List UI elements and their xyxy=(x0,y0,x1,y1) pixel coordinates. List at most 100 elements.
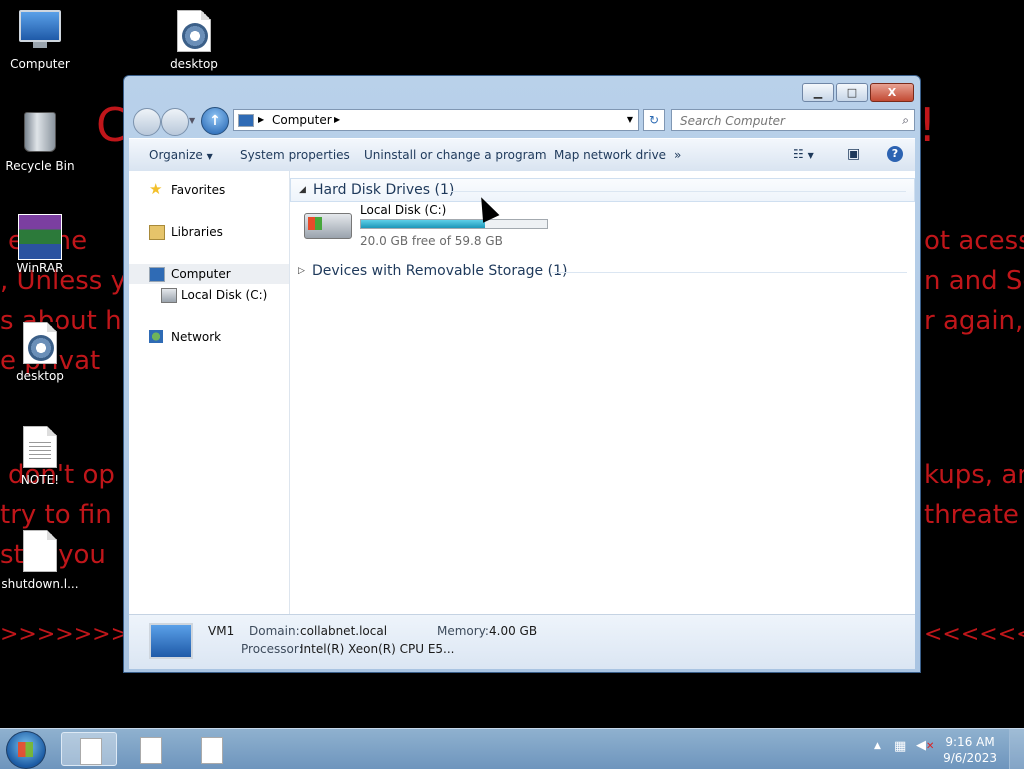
desktop-icon-shutdown[interactable]: shutdown.l... xyxy=(0,530,80,591)
map-network-drive-button[interactable]: Map network drive xyxy=(554,148,666,162)
nav-item-libraries[interactable]: Libraries xyxy=(129,222,289,242)
desktop-icon-label: Recycle Bin xyxy=(5,159,75,173)
breadcrumb-computer[interactable]: Computer xyxy=(272,113,332,127)
desktop-icon-note[interactable]: NOTE! xyxy=(0,426,80,487)
ransom-text-line: threate xyxy=(924,500,1019,530)
group-hard-disk-drives[interactable]: ◢ Hard Disk Drives (1) xyxy=(290,178,915,202)
computer-icon xyxy=(238,114,254,127)
group-divider xyxy=(552,272,907,273)
ransom-text-line: kups, an xyxy=(924,460,1024,490)
notepad-icon xyxy=(80,738,102,765)
taskbar-item-notepad-3[interactable] xyxy=(183,732,239,766)
processor-label: Processor: xyxy=(241,642,303,656)
show-hidden-icons-icon[interactable]: ▲ xyxy=(874,741,881,751)
search-box: ⌕ xyxy=(671,109,915,131)
more-commands-button[interactable]: » xyxy=(674,148,681,162)
notepad-icon xyxy=(201,737,223,764)
search-input[interactable] xyxy=(678,111,882,131)
nav-item-local-disk[interactable]: Local Disk (C:) xyxy=(129,285,289,305)
minimize-button[interactable]: ▁ xyxy=(802,83,834,102)
desktop-icon-label: shutdown.l... xyxy=(1,577,79,591)
help-icon[interactable]: ? xyxy=(887,146,903,162)
system-tray: ▲ ▦ ◀✕ 9:16 AM 9/6/2023 xyxy=(864,729,1024,769)
file-list: ◢ Hard Disk Drives (1) Local Disk (C:) 2… xyxy=(290,171,915,614)
nav-label: Libraries xyxy=(171,225,223,239)
drive-usage-fill xyxy=(361,220,485,228)
uninstall-program-button[interactable]: Uninstall or change a program xyxy=(364,148,547,162)
recycle-bin-icon xyxy=(18,112,62,156)
details-pane: VM1 Domain: collabnet.local Memory: 4.00… xyxy=(129,614,915,669)
system-properties-button[interactable]: System properties xyxy=(240,148,350,162)
ransom-text-line: try to fin xyxy=(0,500,112,530)
clock-time: 9:16 AM xyxy=(945,735,995,749)
nav-label: Computer xyxy=(171,267,231,281)
organize-button[interactable]: Organize ▼ xyxy=(149,148,213,162)
window-controls: ▁ □ X xyxy=(800,83,914,102)
network-status-icon[interactable]: ▦ xyxy=(894,739,906,754)
back-button[interactable] xyxy=(133,108,161,136)
desktop-icon-label: NOTE! xyxy=(20,473,60,487)
expand-arrow-icon[interactable]: ▷ xyxy=(298,266,305,276)
search-icon[interactable]: ⌕ xyxy=(902,113,909,128)
ransom-text-line: n and Se xyxy=(924,266,1024,296)
start-button[interactable] xyxy=(6,731,46,769)
ransom-text-line: r again, xyxy=(924,306,1024,336)
preview-pane-icon[interactable]: ▣ xyxy=(847,146,860,162)
ransom-text-line: ot acessi xyxy=(924,226,1024,256)
breadcrumb-separator-icon[interactable]: ▶ xyxy=(334,115,340,124)
maximize-button[interactable]: □ xyxy=(836,83,868,102)
maximize-icon: □ xyxy=(846,86,858,99)
notepad-icon xyxy=(140,737,162,764)
change-view-icon[interactable]: ☷ ▼ xyxy=(793,147,814,161)
show-desktop-button[interactable] xyxy=(1009,729,1024,769)
network-icon xyxy=(149,330,163,343)
group-divider xyxy=(451,191,906,192)
clock-date: 9/6/2023 xyxy=(943,751,997,765)
address-dropdown-icon[interactable]: ▼ xyxy=(627,115,633,124)
ransom-text-line: <<<<<<<< xyxy=(924,622,1024,647)
drive-local-disk-c[interactable]: Local Disk (C:) 20.0 GB free of 59.8 GB xyxy=(304,201,564,251)
address-bar[interactable]: ▶ Computer ▶ ▼ xyxy=(233,109,639,131)
star-icon: ★ xyxy=(149,180,163,198)
domain-label: Domain: xyxy=(249,624,300,638)
group-removable-storage[interactable]: ▷ Devices with Removable Storage (1) xyxy=(290,260,915,284)
up-arrow-icon[interactable]: ↑ xyxy=(201,107,229,135)
processor-value: Intel(R) Xeon(R) CPU E5... xyxy=(300,642,455,656)
domain-value: collabnet.local xyxy=(300,624,388,638)
memory-value: 4.00 GB xyxy=(489,624,538,638)
desktop-icon-winrar[interactable]: WinRAR xyxy=(0,214,80,275)
computer-icon xyxy=(149,623,193,659)
close-icon: X xyxy=(887,86,897,99)
text-file-icon xyxy=(18,426,62,470)
desktop-icon-label: Computer xyxy=(10,57,70,71)
recent-pages-chevron-icon[interactable]: ▼ xyxy=(189,116,195,125)
collapse-arrow-icon[interactable]: ◢ xyxy=(299,185,306,195)
content-area: ★ Favorites Libraries Computer Local Dis… xyxy=(129,171,915,614)
desktop-icon-label: WinRAR xyxy=(16,261,64,275)
volume-muted-icon[interactable]: ◀✕ xyxy=(916,738,934,753)
settings-file-icon xyxy=(18,322,62,366)
navigation-pane: ★ Favorites Libraries Computer Local Dis… xyxy=(129,171,290,614)
taskbar-item-notepad-1[interactable] xyxy=(61,732,117,766)
desktop-icon-desktop-ini[interactable]: desktop xyxy=(154,10,234,71)
computer-name: VM1 xyxy=(208,624,235,638)
close-button[interactable]: X xyxy=(870,83,914,102)
clock[interactable]: 9:16 AM 9/6/2023 xyxy=(943,734,997,766)
computer-icon xyxy=(18,10,62,54)
nav-item-network[interactable]: Network xyxy=(129,327,289,347)
desktop-icon-computer[interactable]: Computer xyxy=(0,10,80,71)
forward-button[interactable] xyxy=(161,108,189,136)
desktop-icon-desktop-ini-2[interactable]: desktop xyxy=(0,322,80,383)
taskbar-item-notepad-2[interactable] xyxy=(122,732,178,766)
desktop-icon-recycle-bin[interactable]: Recycle Bin xyxy=(0,112,80,173)
nav-label: Favorites xyxy=(171,183,226,197)
breadcrumb-separator-icon[interactable]: ▶ xyxy=(258,115,264,124)
memory-label: Memory: xyxy=(437,624,489,638)
drive-usage-bar xyxy=(360,219,548,229)
refresh-button[interactable]: ↻ xyxy=(643,109,665,131)
settings-file-icon xyxy=(172,10,216,54)
nav-item-computer[interactable]: Computer xyxy=(129,264,289,284)
nav-item-favorites[interactable]: ★ Favorites xyxy=(129,180,289,200)
organize-label: Organize xyxy=(149,148,203,162)
explorer-window: ▁ □ X ▼ ↑ ▶ Computer ▶ ▼ ↻ ⌕ Organize ▼ … xyxy=(123,75,921,673)
